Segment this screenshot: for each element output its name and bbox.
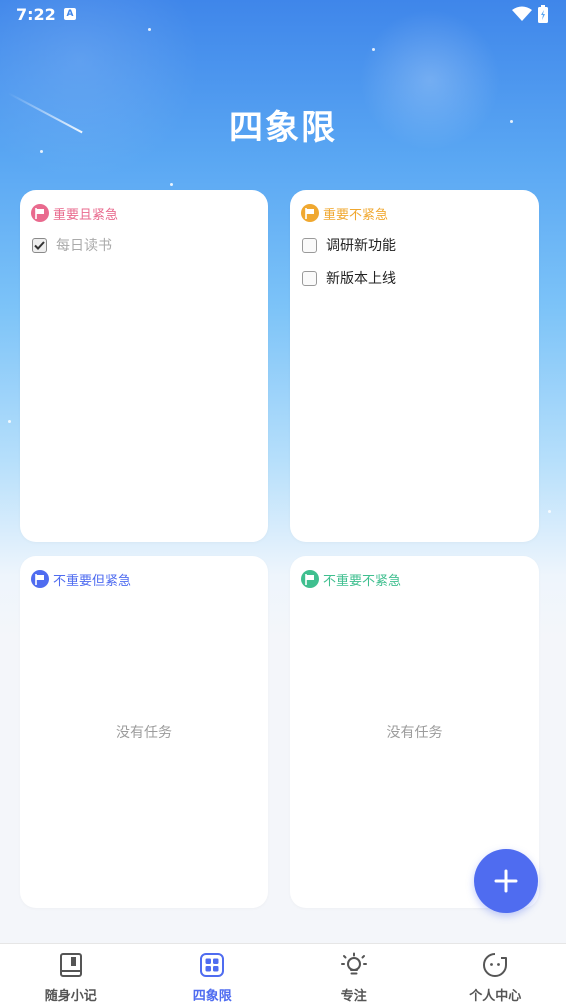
flag-icon xyxy=(301,570,319,588)
task-checkbox[interactable] xyxy=(302,238,317,253)
tab-label: 个人中心 xyxy=(425,985,566,1004)
status-time: 7:22 xyxy=(16,5,56,24)
quadrant-urgent-important[interactable]: 重要且紧急 每日读书 xyxy=(20,190,268,542)
quadrant-title: 重要不紧急 xyxy=(323,204,388,223)
star-decoration xyxy=(548,510,551,513)
task-item[interactable]: 调研新功能 xyxy=(302,234,396,256)
task-text: 每日读书 xyxy=(56,235,112,255)
flag-icon xyxy=(31,204,49,222)
tab-quadrant[interactable]: 四象限 xyxy=(142,944,284,1007)
quadrant-important-not-urgent[interactable]: 重要不紧急 调研新功能 新版本上线 xyxy=(290,190,539,542)
tab-label: 四象限 xyxy=(142,985,284,1004)
bottom-tab-bar: 随身小记 四象限 专注 个人中心 xyxy=(0,943,566,1007)
quadrant-title: 不重要不紧急 xyxy=(323,570,401,589)
quadrant-header: 重要且紧急 xyxy=(31,203,118,223)
task-text: 新版本上线 xyxy=(326,268,396,288)
task-checkbox[interactable] xyxy=(32,238,47,253)
task-item[interactable]: 新版本上线 xyxy=(302,267,396,289)
page-title: 四象限 xyxy=(0,100,566,149)
quadrant-header: 不重要但紧急 xyxy=(31,569,131,589)
tab-label: 随身小记 xyxy=(0,985,142,1004)
tab-label: 专注 xyxy=(283,985,425,1004)
task-checkbox[interactable] xyxy=(302,271,317,286)
check-icon xyxy=(34,241,45,250)
star-decoration xyxy=(40,150,43,153)
lightbulb-icon xyxy=(341,952,367,978)
quadrant-header: 重要不紧急 xyxy=(301,203,388,223)
notebook-icon xyxy=(58,952,84,978)
empty-state: 没有任务 xyxy=(20,722,268,742)
quadrant-header: 不重要不紧急 xyxy=(301,569,401,589)
star-decoration xyxy=(8,420,11,423)
tab-profile[interactable]: 个人中心 xyxy=(425,944,566,1007)
face-icon xyxy=(482,952,508,978)
status-bar: 7:22 A xyxy=(0,0,566,30)
tab-focus[interactable]: 专注 xyxy=(283,944,425,1007)
add-task-button[interactable] xyxy=(474,849,538,913)
flag-icon xyxy=(31,570,49,588)
quadrant-title: 不重要但紧急 xyxy=(53,570,131,589)
tab-notes[interactable]: 随身小记 xyxy=(0,944,142,1007)
empty-state: 没有任务 xyxy=(290,722,539,742)
star-decoration xyxy=(372,48,375,51)
star-decoration xyxy=(170,183,173,186)
notification-icon: A xyxy=(64,8,76,20)
flag-icon xyxy=(301,204,319,222)
wifi-icon xyxy=(512,6,532,22)
quadrant-urgent-not-important[interactable]: 不重要但紧急 没有任务 xyxy=(20,556,268,908)
task-item[interactable]: 每日读书 xyxy=(32,234,112,256)
task-text: 调研新功能 xyxy=(326,235,396,255)
battery-icon xyxy=(538,5,548,23)
plus-icon xyxy=(494,869,518,893)
quadrant-title: 重要且紧急 xyxy=(53,204,118,223)
grid-icon xyxy=(199,952,225,978)
